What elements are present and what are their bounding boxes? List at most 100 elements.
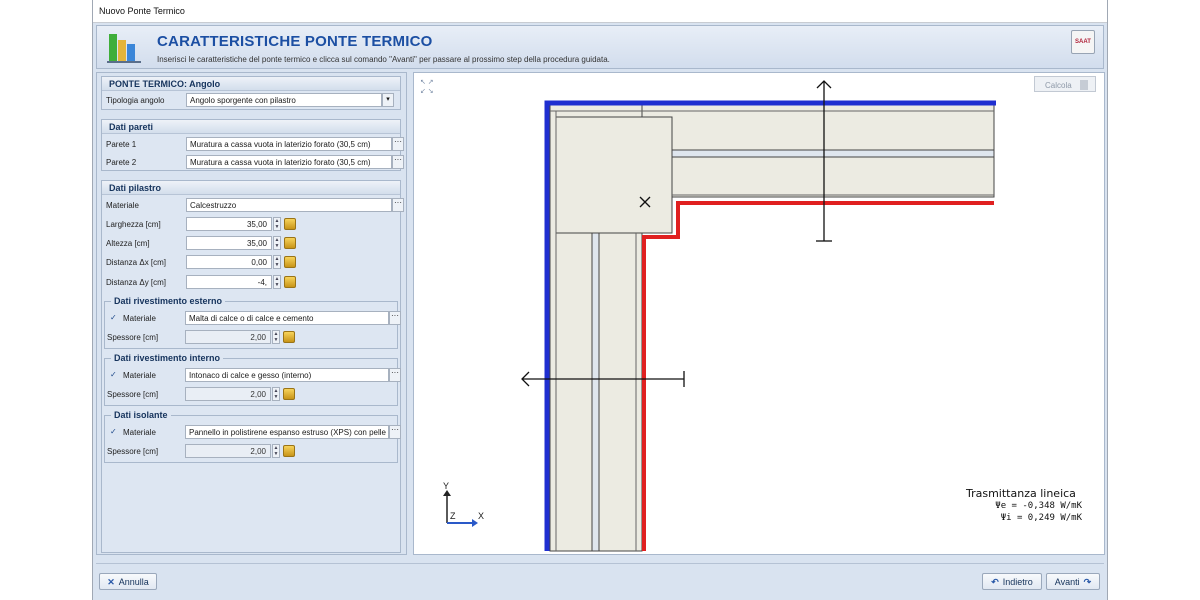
row-parete-2: Parete 2 Muratura a cassa vuota in later… [104,155,404,171]
group-dati-pareti: Dati pareti Parete 1 Muratura a cassa vu… [101,119,404,171]
label-spessore: Spessore [cm] [107,333,159,342]
row-esterno-spessore: Spessore [cm] 2,00 ▲ ▼ [105,330,401,346]
check-icon[interactable]: ✓ [110,370,120,380]
spin-icon[interactable]: ▲ ▼ [273,255,281,269]
indietro-button[interactable]: ↶ Indietro [982,573,1042,590]
label-parete-2: Parete 2 [106,158,137,167]
psi-e-value: Ψe = -0,348 W/mK [995,501,1082,511]
lock-icon[interactable] [283,445,295,457]
label-materiale: Materiale [123,371,156,380]
back-arrow-icon: ↶ [991,577,999,587]
indietro-label: Indietro [1002,577,1033,587]
check-icon[interactable]: ✓ [110,313,120,323]
label-tipologia: Tipologia angolo [106,96,165,105]
page-title: CARATTERISTICHE PONTE TERMICO [157,33,433,50]
label-materiale: Materiale [123,428,156,437]
row-distanza-y: Distanza Δy [cm] -4, ▲ ▼ [104,275,400,291]
wizard-header: CARATTERISTICHE PONTE TERMICO Inserisci … [96,25,1104,69]
isolante-spessore-input[interactable]: 2,00 [185,444,271,458]
spin-icon[interactable]: ▲ ▼ [273,275,281,289]
label-distanza-y: Distanza Δy [cm] [106,278,167,287]
altezza-input[interactable]: 35,00 [186,236,272,250]
spin-icon[interactable]: ▲ ▼ [272,387,280,401]
isolante-materiale-field[interactable]: Pannello in polistirene espanso estruso … [185,425,389,439]
label-altezza: Altezza [cm] [106,239,150,248]
row-interno-spessore: Spessore [cm] 2,00 ▲ ▼ [105,387,401,403]
interno-spessore-input[interactable]: 2,00 [185,387,271,401]
ellipsis-icon[interactable]: ··· [389,425,401,439]
internal-boundary [642,201,994,551]
group-ponte-termico: PONTE TERMICO: Angolo Tipologia angolo A… [101,76,401,110]
page-subtitle: Inserisci le caratteristiche del ponte t… [157,55,610,64]
annulla-label: Annulla [118,577,149,587]
larghezza-input[interactable]: 35,00 [186,217,272,231]
label-materiale: Materiale [123,314,156,323]
footer-bar: ✕ Annulla ↶ Indietro Avanti ↷ [96,563,1104,598]
esterno-spessore-input[interactable]: 2,00 [185,330,271,344]
spin-icon[interactable]: ▲ ▼ [273,217,281,231]
interno-materiale-field[interactable]: Intonaco di calce e gesso (interno) [185,368,389,382]
trasmittanza-box: Trasmittanza lineica Ψe = -0,348 W/mK Ψi… [966,487,1106,524]
axis-x-label: X [478,511,485,521]
label-parete-1: Parete 1 [106,140,137,149]
parete-2-field[interactable]: Muratura a cassa vuota in laterizio fora… [186,155,392,169]
group-header: Dati pareti [102,120,400,134]
avanti-button[interactable]: Avanti ↷ [1046,573,1100,590]
subgroup-header: Dati rivestimento interno [111,353,224,363]
dropdown-icon[interactable]: ▾ [382,93,394,107]
title-bar: Nuovo Ponte Termico [93,0,1107,23]
materiale-pilastro-field[interactable]: Calcestruzzo [186,198,392,212]
group-dati-pilastro: Dati pilastro Materiale Calcestruzzo ···… [101,180,404,553]
check-icon[interactable]: ✓ [110,427,120,437]
row-distanza-x: Distanza Δx [cm] 0,00 ▲ ▼ [104,255,400,271]
ellipsis-icon[interactable]: ··· [392,155,404,169]
spin-icon[interactable]: ▲ ▼ [272,444,280,458]
ellipsis-icon[interactable]: ··· [392,137,404,151]
thermal-bridge-drawing [443,80,996,552]
parete-1-field[interactable]: Muratura a cassa vuota in laterizio fora… [186,137,392,151]
lock-icon[interactable] [284,256,296,268]
label-distanza-x: Distanza Δx [cm] [106,258,167,267]
label-materiale: Materiale [106,201,139,210]
lock-icon[interactable] [284,276,296,288]
distanza-x-input[interactable]: 0,00 [186,255,272,269]
row-isolante-materiale: ✓ Materiale Pannello in polistirene espa… [105,425,401,441]
trasmittanza-title: Trasmittanza lineica [966,487,1076,500]
ellipsis-icon[interactable]: ··· [389,311,401,325]
lock-icon[interactable] [284,218,296,230]
spin-icon[interactable]: ▲ ▼ [272,330,280,344]
lock-icon[interactable] [283,388,295,400]
app-logo-icon [107,34,141,63]
esterno-materiale-field[interactable]: Malta di calce o di calce e cemento [185,311,389,325]
avanti-label: Avanti [1054,577,1080,587]
close-icon: ✕ [107,577,115,587]
spin-icon[interactable]: ▲ ▼ [273,236,281,250]
axis-y-label: Y [443,481,450,491]
axis-gizmo [443,490,478,527]
ellipsis-icon[interactable]: ··· [389,368,401,382]
window: Nuovo Ponte Termico CARATTERISTICHE PONT… [92,0,1108,600]
group-header: Dati pilastro [102,181,400,195]
row-isolante-spessore: Spessore [cm] 2,00 ▲ ▼ [105,444,401,460]
label-spessore: Spessore [cm] [107,390,159,399]
row-altezza: Altezza [cm] 35,00 ▲ ▼ [104,236,400,252]
subgroup-header: Dati rivestimento esterno [111,296,226,306]
drawing-canvas[interactable]: ↖ ↗ ↙ ↘ Calcola Y X Z Trasmittanza linei… [413,72,1105,555]
row-materiale-pilastro: Materiale Calcestruzzo ··· [104,198,404,214]
psi-i-value: Ψi = 0,249 W/mK [1000,513,1082,523]
tipologia-select[interactable]: Angolo sporgente con pilastro [186,93,382,107]
lock-icon[interactable] [284,237,296,249]
brand-label: SAAT [1075,39,1091,45]
row-parete-1: Parete 1 Muratura a cassa vuota in later… [104,137,404,153]
label-spessore: Spessore [cm] [107,447,159,456]
brand-icon[interactable]: SAAT [1071,30,1095,54]
subgroup-rivestimento-esterno: Dati rivestimento esterno ✓ Materiale Ma… [104,296,401,349]
lock-icon[interactable] [283,331,295,343]
subgroup-header: Dati isolante [111,410,171,420]
subgroup-rivestimento-interno: Dati rivestimento interno ✓ Materiale In… [104,353,401,406]
distanza-y-input[interactable]: -4, [186,275,272,289]
forward-arrow-icon: ↷ [1083,577,1092,587]
ellipsis-icon[interactable]: ··· [392,198,404,212]
annulla-button[interactable]: ✕ Annulla [99,573,157,590]
group-header: PONTE TERMICO: Angolo [102,77,400,91]
